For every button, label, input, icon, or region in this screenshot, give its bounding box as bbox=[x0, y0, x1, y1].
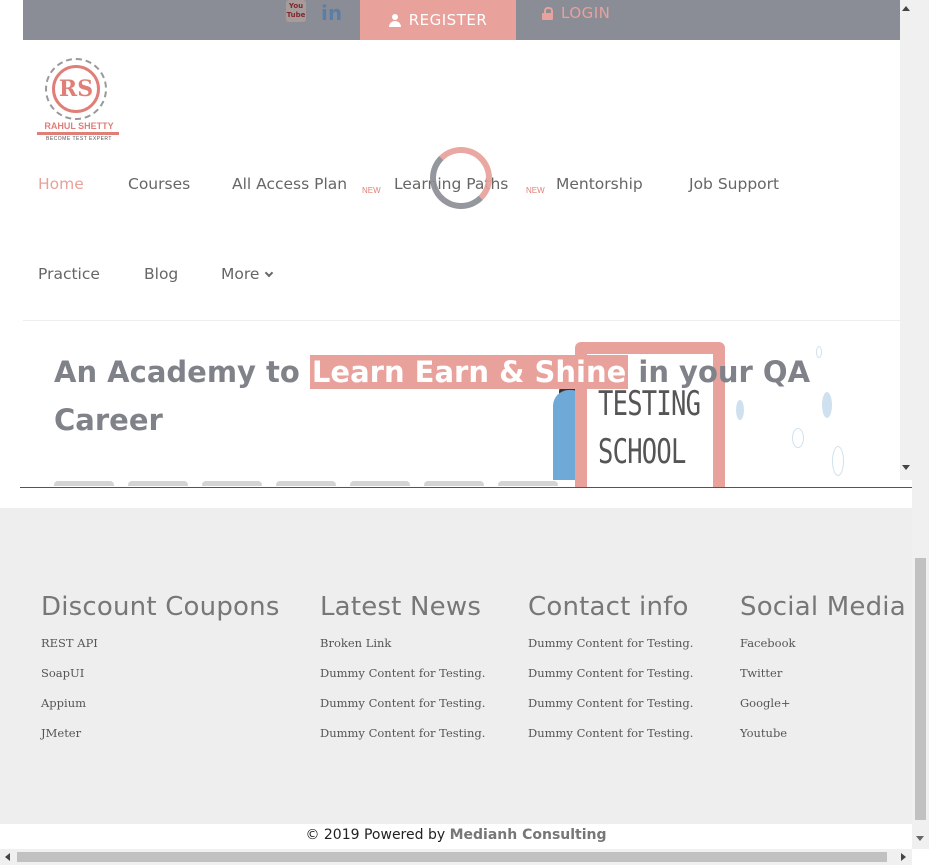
scroll-right-arrow-icon[interactable] bbox=[901, 853, 906, 861]
copyright-brand-link[interactable]: Medianh Consulting bbox=[450, 827, 607, 843]
linkedin-icon[interactable]: in bbox=[321, 1, 342, 25]
nav-courses[interactable]: Courses bbox=[128, 175, 190, 193]
top-bar: You Tube in REGISTER LOGIN bbox=[23, 0, 900, 40]
nav-blog[interactable]: Blog bbox=[144, 265, 178, 283]
scroll-up-arrow-icon[interactable] bbox=[902, 6, 910, 11]
nav-divider bbox=[23, 320, 900, 321]
login-button[interactable]: LOGIN bbox=[542, 0, 610, 26]
footer-heading: Contact info bbox=[528, 592, 689, 622]
footer-link[interactable]: Dummy Content for Testing. bbox=[528, 696, 693, 726]
logo-underline bbox=[37, 132, 119, 135]
footer-column-contact: Contact info Dummy Content for Testing. … bbox=[528, 592, 693, 756]
footer-link-youtube[interactable]: Youtube bbox=[740, 726, 906, 756]
logo-monogram: RS bbox=[52, 65, 100, 113]
loading-spinner bbox=[430, 147, 492, 209]
footer-link[interactable]: Appium bbox=[41, 696, 280, 726]
decor-bubble bbox=[832, 446, 844, 476]
hero-heading: An Academy to Learn Earn & Shine in your… bbox=[54, 355, 811, 437]
scroll-down-arrow-icon[interactable] bbox=[916, 836, 924, 841]
footer-link[interactable]: Dummy Content for Testing. bbox=[528, 666, 693, 696]
scrollbar-thumb[interactable] bbox=[17, 852, 887, 862]
logo-name: RAHUL SHETTY bbox=[44, 121, 114, 131]
footer-link[interactable]: Dummy Content for Testing. bbox=[320, 726, 485, 756]
footer-link-google-plus[interactable]: Google+ bbox=[740, 696, 906, 726]
embedded-site-frame: You Tube in REGISTER LOGIN RS RAHUL SHET… bbox=[20, 0, 912, 488]
footer-heading: Social Media bbox=[740, 592, 906, 622]
logo-tagline: BECOME TEST EXPERT bbox=[46, 136, 112, 142]
footer-link[interactable]: SoapUI bbox=[41, 666, 280, 696]
nav-mentorship[interactable]: Mentorship bbox=[556, 175, 643, 193]
footer: Discount Coupons REST API SoapUI Appium … bbox=[0, 508, 912, 824]
nav-practice[interactable]: Practice bbox=[38, 265, 100, 283]
footer-heading: Latest News bbox=[320, 592, 482, 622]
scrollbar-thumb[interactable] bbox=[915, 558, 926, 820]
hero-highlight: Learn Earn & Shine bbox=[309, 355, 629, 389]
footer-link[interactable]: Dummy Content for Testing. bbox=[528, 636, 693, 666]
footer-link[interactable]: Dummy Content for Testing. bbox=[320, 666, 485, 696]
nav-home[interactable]: Home bbox=[38, 175, 84, 193]
youtube-icon[interactable]: You Tube bbox=[286, 0, 306, 22]
footer-column-social: Social Media Facebook Twitter Google+ Yo… bbox=[740, 592, 906, 756]
scroll-left-arrow-icon[interactable] bbox=[5, 853, 10, 861]
footer-column-coupons: Discount Coupons REST API SoapUI Appium … bbox=[41, 592, 280, 756]
nav-more[interactable]: More bbox=[221, 265, 274, 283]
footer-column-news: Latest News Broken Link Dummy Content fo… bbox=[320, 592, 485, 756]
footer-link[interactable]: Dummy Content for Testing. bbox=[320, 696, 485, 726]
footer-link[interactable]: Dummy Content for Testing. bbox=[528, 726, 693, 756]
new-badge: NEW bbox=[526, 186, 545, 195]
new-badge: NEW bbox=[362, 186, 381, 195]
lock-icon bbox=[542, 6, 553, 20]
copyright-text: © 2019 Powered by bbox=[305, 827, 450, 843]
hero-subtext-cutoff bbox=[54, 474, 814, 486]
site-logo[interactable]: RS RAHUL SHETTY BECOME TEST EXPERT bbox=[37, 58, 121, 142]
nav-more-label: More bbox=[221, 265, 260, 283]
page-vertical-scrollbar[interactable] bbox=[912, 0, 929, 849]
login-label: LOGIN bbox=[561, 4, 611, 22]
footer-link[interactable]: Broken Link bbox=[320, 636, 485, 666]
scroll-down-arrow-icon[interactable] bbox=[902, 465, 910, 470]
footer-link[interactable]: JMeter bbox=[41, 726, 280, 756]
footer-link-facebook[interactable]: Facebook bbox=[740, 636, 906, 666]
nav-all-access-plan[interactable]: All Access Plan bbox=[232, 175, 347, 193]
footer-link[interactable]: REST API bbox=[41, 636, 280, 666]
copyright-bar: © 2019 Powered by Medianh Consulting bbox=[0, 824, 912, 849]
user-icon bbox=[388, 13, 401, 27]
page-horizontal-scrollbar[interactable] bbox=[0, 849, 912, 865]
footer-heading: Discount Coupons bbox=[41, 592, 280, 622]
chevron-down-icon bbox=[265, 268, 274, 278]
nav-job-support[interactable]: Job Support bbox=[689, 175, 779, 193]
frame-scrollbar[interactable] bbox=[900, 0, 912, 480]
register-button[interactable]: REGISTER bbox=[360, 0, 516, 40]
register-label: REGISTER bbox=[408, 11, 488, 29]
footer-link-twitter[interactable]: Twitter bbox=[740, 666, 906, 696]
